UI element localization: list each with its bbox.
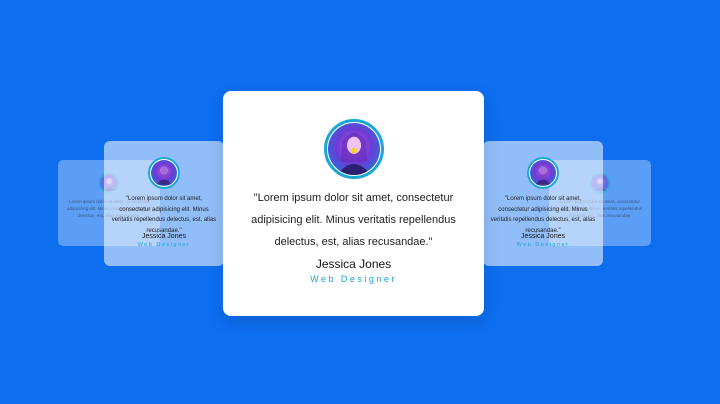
person-name: Jessica Jones xyxy=(315,257,392,271)
person-role: Web Designer xyxy=(516,242,570,248)
person-name: Jessica Jones xyxy=(142,233,186,240)
person-name: Jessica Jones xyxy=(521,233,565,240)
person-role: Web Designer xyxy=(137,242,191,248)
testimonial-carousel: Lorem ipsum dolor sit amet, consectetur … xyxy=(0,0,720,404)
person-role: Web Designer xyxy=(310,274,397,284)
testimonial-quote: "Lorem ipsum dolor sit amet, consectetur… xyxy=(251,192,456,248)
testimonial-card-near-left[interactable]: "Lorem ipsum dolor sit amet, consectetur… xyxy=(104,141,224,266)
testimonial-card-near-right[interactable]: "Lorem ipsum dolor sit amet, consectetur… xyxy=(483,141,603,266)
avatar xyxy=(527,157,559,189)
avatar xyxy=(148,157,180,189)
testimonial-card-active[interactable]: "Lorem ipsum dolor sit amet, consectetur… xyxy=(223,91,484,316)
testimonial-quote: "Lorem ipsum dolor sit amet, consectetur… xyxy=(490,196,596,234)
avatar xyxy=(323,119,384,179)
testimonial-quote: "Lorem ipsum dolor sit amet, consectetur… xyxy=(111,196,217,234)
